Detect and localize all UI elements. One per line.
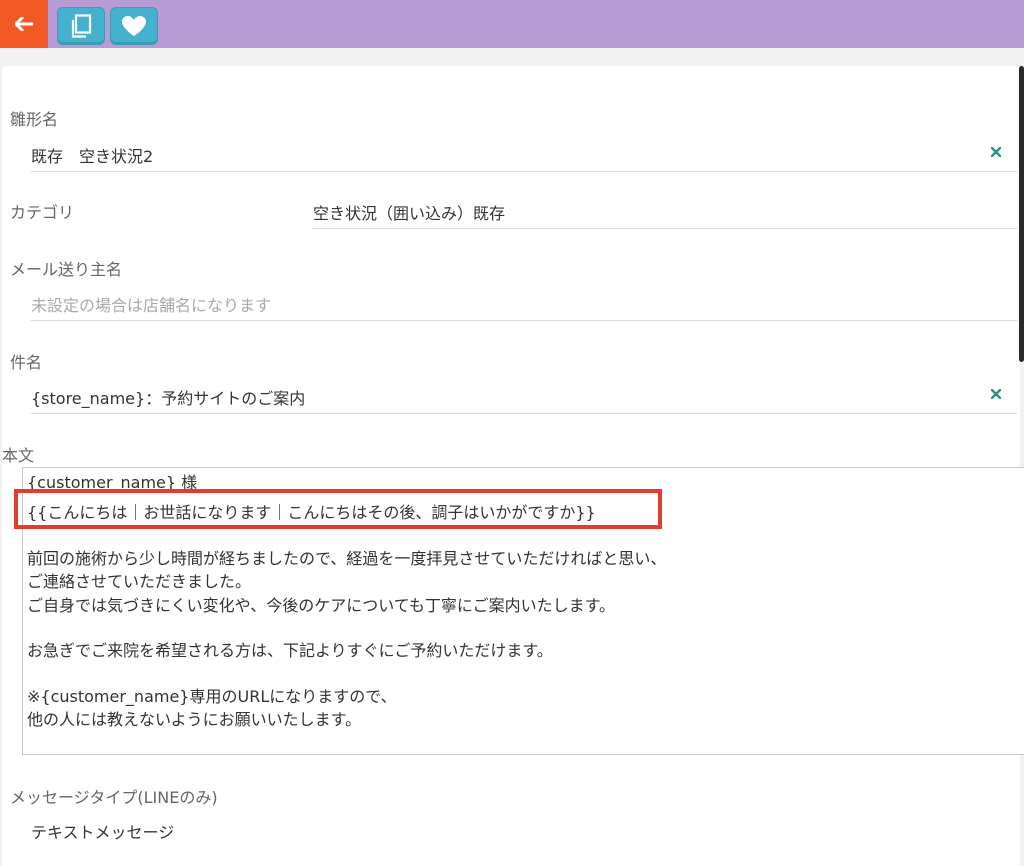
clear-icon[interactable] — [989, 145, 1003, 159]
body-line: 他の人には教えないようにお願いいたします。 — [27, 710, 362, 729]
body-line: お急ぎでご来院を希望される方は、下記よりすぐにご予約いただけます。 — [27, 641, 553, 660]
subject-label: 件名 — [10, 353, 43, 372]
subject-input[interactable]: {store_name}：予約サイトのご案内 — [31, 385, 305, 409]
body-label: 本文 — [2, 446, 35, 465]
template-name-underline — [31, 171, 1017, 172]
highlight-box — [14, 489, 662, 529]
favorite-button[interactable] — [110, 7, 158, 45]
subject-underline — [31, 413, 1017, 414]
copy-icon — [71, 14, 92, 38]
sender-name-input[interactable]: 未設定の場合は店舗名になります — [31, 292, 271, 316]
scrollbar[interactable] — [1019, 66, 1024, 362]
copy-button[interactable] — [57, 7, 105, 45]
sender-name-underline — [31, 320, 1017, 321]
message-type-select[interactable]: テキストメッセージ — [31, 819, 174, 843]
body-line: ※{customer_name}専用のURLになりますので、 — [27, 687, 397, 706]
body-line: ご連絡させていただきました。 — [27, 572, 252, 591]
template-name-label: 雛形名 — [10, 110, 59, 129]
body-line: 前回の施術から少し時間が経ちましたので、経過を一度拝見させていただければと思い、 — [27, 549, 667, 568]
message-type-label: メッセージタイプ(LINEのみ) — [10, 788, 218, 807]
sender-name-label: メール送り主名 — [10, 260, 123, 279]
category-underline — [313, 228, 1017, 229]
body-line: ご自身では気づきにくい変化や、今後のケアについても丁寧にご案内いたします。 — [27, 596, 616, 615]
category-select[interactable]: 空き状況（囲い込み）既存 — [313, 200, 505, 224]
clear-icon[interactable] — [989, 387, 1003, 401]
heart-icon — [122, 16, 146, 36]
back-button[interactable] — [0, 0, 48, 48]
arrow-left-icon — [15, 17, 33, 31]
template-name-input[interactable]: 既存 空き状況2 — [31, 143, 153, 167]
category-label: カテゴリ — [10, 203, 75, 222]
top-toolbar — [0, 0, 1024, 48]
